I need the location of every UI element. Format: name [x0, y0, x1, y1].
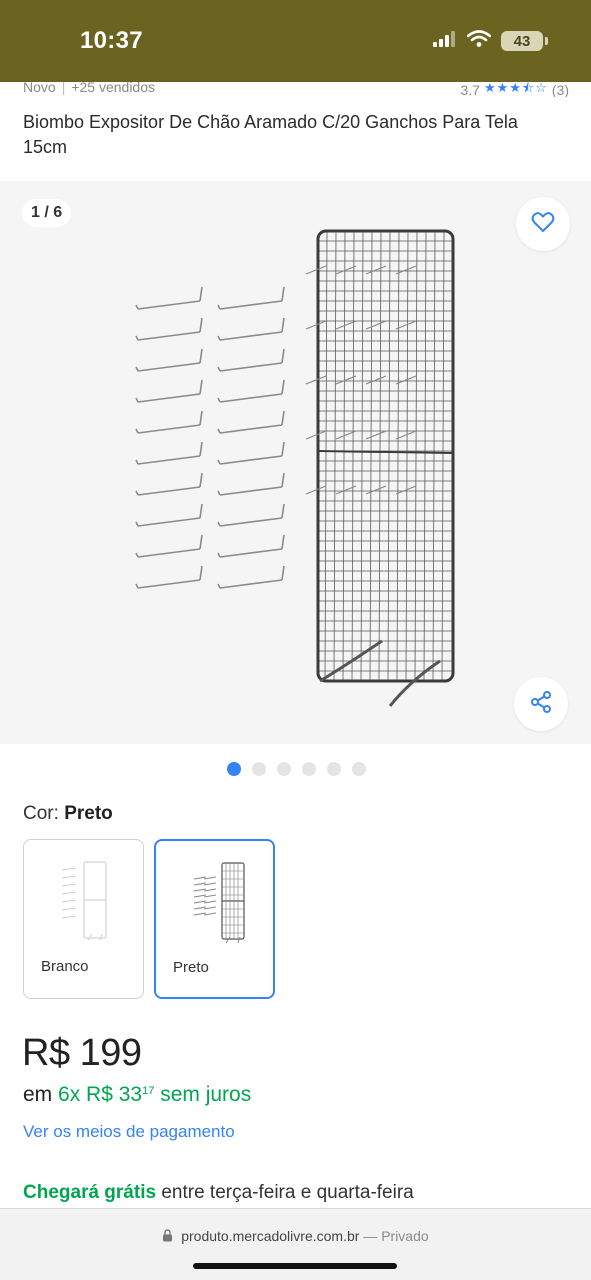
share-button[interactable] [514, 677, 568, 731]
signal-icon [433, 30, 457, 52]
payment-methods-link[interactable]: Ver os meios de pagamento [23, 1122, 235, 1142]
sold-count: +25 vendidos [71, 79, 156, 95]
battery-icon: 43 [501, 31, 548, 51]
condition-label: Novo [23, 79, 56, 95]
gallery-pagination[interactable] [227, 762, 366, 776]
url-display[interactable]: produto.mercadolivre.com.br — Privado [0, 1228, 591, 1244]
installments-suffix: sem juros [160, 1083, 252, 1106]
meta-divider: | [61, 79, 66, 95]
heart-icon [531, 211, 555, 238]
rating-value: 3.7 [460, 82, 480, 97]
shipping-text: entre terça-feira e quarta-feira [161, 1182, 414, 1203]
status-icons: 43 [433, 30, 548, 52]
share-icon [529, 690, 553, 719]
wifi-icon [466, 30, 492, 52]
rating-stars-icon: ★★★⯪☆ [483, 80, 548, 95]
variant-thumbnail-branco [52, 856, 116, 949]
gallery-dot[interactable] [252, 762, 266, 776]
product-image[interactable] [120, 221, 460, 716]
url-text: produto.mercadolivre.com.br [181, 1228, 360, 1244]
variant-name-branco: Branco [41, 958, 89, 975]
gallery-dot[interactable] [352, 762, 366, 776]
status-bar: 10:37 43 [0, 0, 591, 82]
product-meta: Novo | +25 vendidos 3.7 ★★★⯪☆ (3) [23, 79, 569, 97]
shipping-highlight: Chegará grátis [23, 1182, 157, 1203]
installments-value: 6x R$ 33 [58, 1083, 143, 1106]
variant-name-preto: Preto [173, 959, 209, 976]
gallery-dot[interactable] [227, 762, 241, 776]
gallery-dot[interactable] [327, 762, 341, 776]
color-selected-value: Preto [64, 803, 113, 824]
lock-icon [162, 1228, 181, 1244]
variant-thumbnail-preto [184, 857, 248, 950]
color-label-prefix: Cor: [23, 803, 59, 824]
review-count: (3) [551, 82, 569, 97]
image-gallery[interactable]: 1 / 6 [0, 181, 591, 744]
gallery-dot[interactable] [277, 762, 291, 776]
installments-amount: 6x R$ 3317 [58, 1083, 154, 1106]
installments: em 6x R$ 3317 sem juros [23, 1083, 251, 1107]
color-label: Cor: Preto [23, 803, 113, 825]
installments-prefix: em [23, 1083, 53, 1106]
shipping-info: Chegará grátis entre terça-feira e quart… [23, 1182, 414, 1204]
status-time: 10:37 [80, 27, 143, 54]
price: R$ 199 [22, 1032, 142, 1074]
battery-level: 43 [513, 32, 531, 50]
browser-address-bar[interactable]: produto.mercadolivre.com.br — Privado [0, 1208, 591, 1280]
home-indicator[interactable] [193, 1263, 397, 1269]
favorite-button[interactable] [516, 197, 570, 251]
gallery-counter: 1 / 6 [22, 199, 72, 227]
url-separator: — [359, 1228, 382, 1244]
rating[interactable]: 3.7 ★★★⯪☆ (3) [460, 79, 569, 97]
gallery-dot[interactable] [302, 762, 316, 776]
private-label: Privado [381, 1228, 429, 1244]
variant-preto[interactable]: Preto [154, 839, 275, 999]
product-title: Biombo Expositor De Chão Aramado C/20 Ga… [23, 112, 518, 157]
variant-branco[interactable]: Branco [23, 839, 144, 999]
installments-cents: 17 [142, 1085, 155, 1097]
